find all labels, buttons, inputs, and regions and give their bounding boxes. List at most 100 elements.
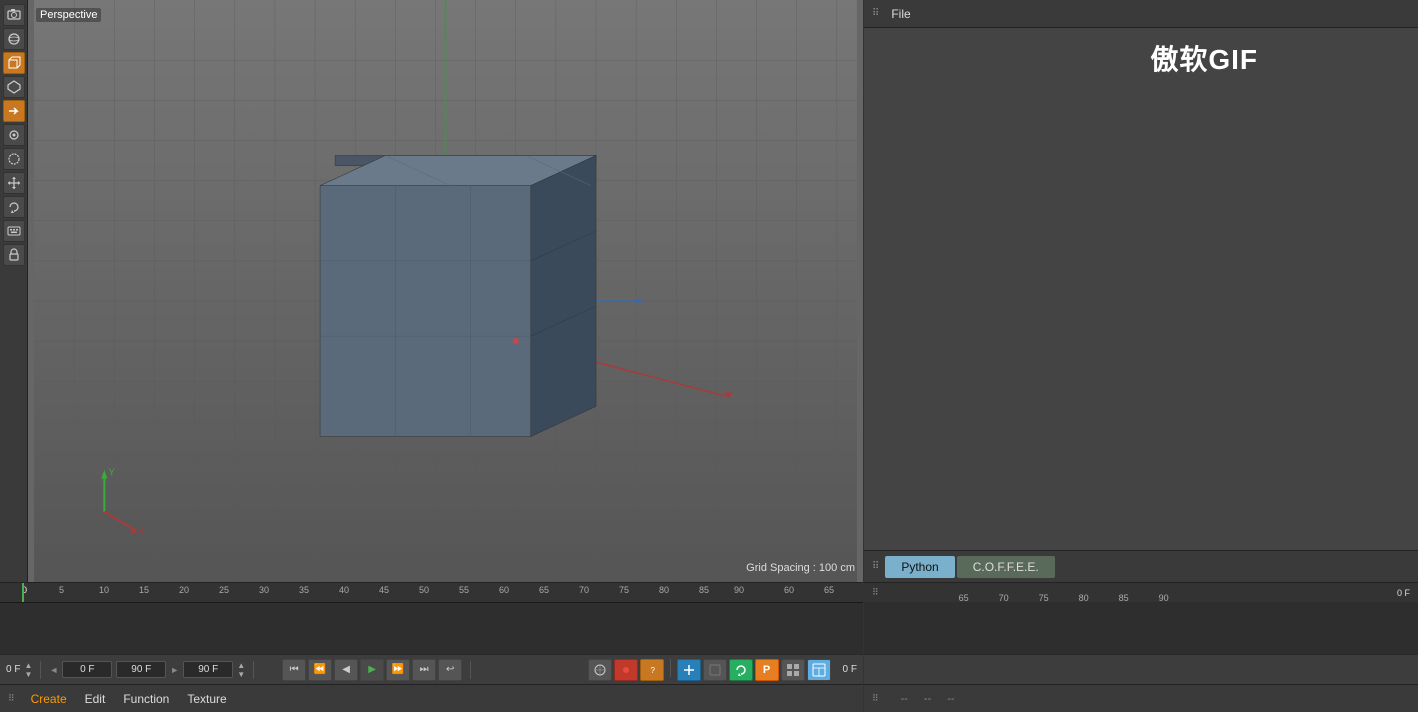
arrow-toolbar-btn[interactable] xyxy=(3,100,25,122)
tick-15: 15 xyxy=(139,585,149,595)
watermark: 傲软GIF xyxy=(1150,38,1258,78)
move-toolbar-btn[interactable] xyxy=(3,172,25,194)
bottom-split: 0 5 10 15 20 25 30 35 40 45 50 55 60 65 xyxy=(0,582,1418,712)
menu-texture[interactable]: Texture xyxy=(179,690,234,708)
render-icon-btn[interactable] xyxy=(588,659,612,681)
tick-20: 20 xyxy=(179,585,189,595)
refresh-btn[interactable] xyxy=(729,659,753,681)
timeline-ruler[interactable]: 0 5 10 15 20 25 30 35 40 45 50 55 60 65 xyxy=(0,582,863,602)
playhead xyxy=(22,583,24,602)
timeline-content[interactable] xyxy=(0,602,863,654)
perspective-label: Perspective xyxy=(36,8,101,22)
properties-panel: ⠿ File 傲软GIF ⠿ Python C.O.F.F.E.E. xyxy=(863,0,1418,582)
right-menu-dots: ⠿ xyxy=(872,693,879,704)
tick-55: 55 xyxy=(459,585,469,595)
keyboard-toolbar-btn[interactable] xyxy=(3,220,25,242)
playback-group: ⏮ ⏪ ◀ ▶ ⏩ ⏭ ↩ xyxy=(282,659,462,681)
start-frame-input[interactable] xyxy=(62,661,112,678)
viewport-svg: Y X xyxy=(28,0,863,582)
right-col1: -- xyxy=(901,693,908,705)
right-col2: -- xyxy=(924,693,931,705)
lock-toolbar-btn[interactable] xyxy=(3,244,25,266)
tick-25: 25 xyxy=(219,585,229,595)
warning-btn[interactable]: ? xyxy=(640,659,664,681)
minus-btn[interactable] xyxy=(703,659,727,681)
tick-80: 80 xyxy=(659,585,669,595)
right-col3: -- xyxy=(947,693,954,705)
tick-65: 65 xyxy=(539,585,549,595)
frame-up-arrow[interactable]: ▲ xyxy=(24,661,32,670)
end-frame-input[interactable] xyxy=(116,661,166,678)
sep2 xyxy=(253,661,254,679)
sep4 xyxy=(670,659,671,677)
dots-btn[interactable] xyxy=(781,659,805,681)
main-container: Y X Perspective Grid Spacing : 100 cm ⠿ … xyxy=(0,0,1418,712)
prev-frame-btn[interactable]: ⏪ xyxy=(308,659,332,681)
file-menu[interactable]: File xyxy=(891,7,910,21)
tick-30: 30 xyxy=(259,585,269,595)
right-tick-65: 65 xyxy=(959,593,969,603)
right-frame-display: 0 F xyxy=(843,664,857,675)
sep1 xyxy=(40,661,41,679)
add-btn[interactable] xyxy=(677,659,701,681)
sphere-toolbar-btn[interactable] xyxy=(3,28,25,50)
tab-python[interactable]: Python xyxy=(885,556,954,578)
cursor-toolbar-btn[interactable] xyxy=(3,124,25,146)
loop-btn[interactable]: ↩ xyxy=(438,659,462,681)
frame-down-arrow[interactable]: ▼ xyxy=(24,670,32,679)
left-toolbar xyxy=(0,0,28,582)
menu-create[interactable]: Create xyxy=(23,690,75,708)
right-tick-70: 70 xyxy=(999,593,1009,603)
go-to-end-btn[interactable]: ⏭ xyxy=(412,659,436,681)
svg-text:X: X xyxy=(137,526,144,537)
panel-btn[interactable] xyxy=(807,659,831,681)
end-arrow: ► xyxy=(170,665,179,675)
end-frame2-input[interactable] xyxy=(183,661,233,678)
go-to-start-btn[interactable]: ⏮ xyxy=(282,659,306,681)
camera-toolbar-btn[interactable] xyxy=(3,4,25,26)
end-frame2-down[interactable]: ▼ xyxy=(237,670,245,679)
tick-35: 35 xyxy=(299,585,309,595)
cube-toolbar-btn[interactable] xyxy=(3,52,25,74)
next-frame-btn[interactable]: ⏩ xyxy=(386,659,410,681)
tick-40: 40 xyxy=(339,585,349,595)
right-tick-85: 85 xyxy=(1119,593,1129,603)
p-btn[interactable]: P xyxy=(755,659,779,681)
bottom-menu-dots: ⠿ xyxy=(8,693,15,704)
tick-50: 50 xyxy=(419,585,429,595)
grid-spacing-label: Grid Spacing : 100 cm xyxy=(746,562,855,574)
tick-60: 60 xyxy=(499,585,509,595)
tab-coffee[interactable]: C.O.F.F.E.E. xyxy=(957,556,1055,578)
end-frame2-up[interactable]: ▲ xyxy=(237,661,245,670)
play-back-btn[interactable]: ◀ xyxy=(334,659,358,681)
script-tabs: ⠿ Python C.O.F.F.E.E. xyxy=(864,550,1418,582)
select-toolbar-btn[interactable] xyxy=(3,148,25,170)
timeline-controls: 0 F ▲ ▼ ◄ ► ▲ ▼ xyxy=(0,654,863,684)
top-area: Y X Perspective Grid Spacing : 100 cm ⠿ … xyxy=(0,0,1418,582)
viewport-3d[interactable]: Y X Perspective Grid Spacing : 100 cm xyxy=(28,0,863,582)
tick-60r: 60 xyxy=(784,585,794,595)
bottom-menu: ⠿ Create Edit Function Texture xyxy=(0,684,863,712)
tick-90: 90 xyxy=(734,585,744,595)
sep3 xyxy=(470,661,471,679)
play-btn[interactable]: ▶ xyxy=(360,659,384,681)
poly-toolbar-btn[interactable] xyxy=(3,76,25,98)
start-arrow: ◄ xyxy=(49,665,58,675)
current-frame-group: 0 F ▲ ▼ xyxy=(6,661,32,679)
menu-function[interactable]: Function xyxy=(115,690,177,708)
right-bottom-controls xyxy=(864,654,1418,684)
tick-45: 45 xyxy=(379,585,389,595)
tick-10: 10 xyxy=(99,585,109,595)
svg-text:Y: Y xyxy=(108,468,115,479)
right-frame-counter: 0 F xyxy=(1397,588,1410,598)
properties-dots: ⠿ xyxy=(872,8,879,19)
bottom-left: 0 5 10 15 20 25 30 35 40 45 50 55 60 65 xyxy=(0,582,863,712)
right-tick-75: 75 xyxy=(1039,593,1049,603)
tick-5: 5 xyxy=(59,585,64,595)
tool-icons-right: ? P xyxy=(588,659,831,681)
properties-header: ⠿ File xyxy=(864,0,1418,28)
menu-edit[interactable]: Edit xyxy=(77,690,114,708)
rotate-toolbar-btn[interactable] xyxy=(3,196,25,218)
right-timeline-content xyxy=(864,602,1418,654)
record-btn[interactable] xyxy=(614,659,638,681)
